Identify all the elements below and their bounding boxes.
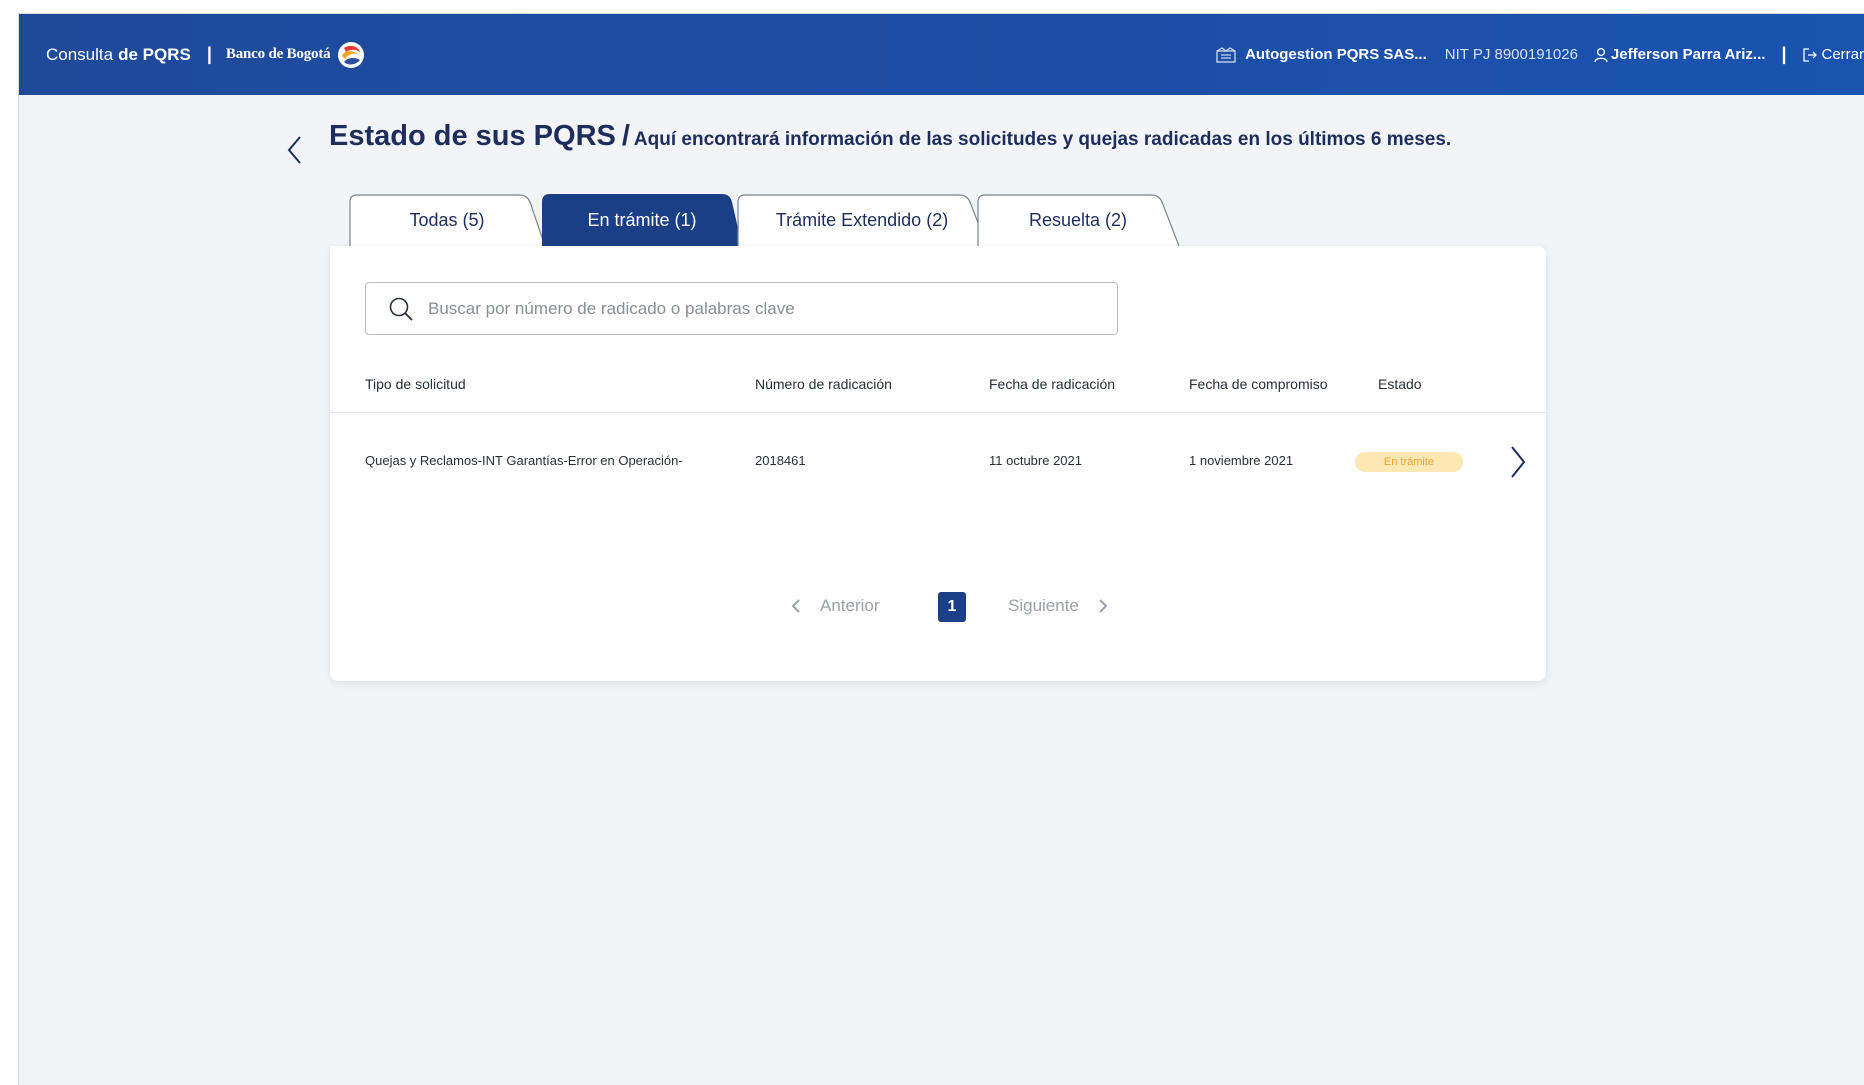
page-title-text: Estado de sus PQRS	[329, 120, 616, 152]
cell-numero: 2018461	[755, 453, 806, 468]
cell-fecha-compromiso: 1 noviembre 2021	[1189, 453, 1294, 468]
company-name: Autogestion PQRS SAS...	[1245, 46, 1427, 63]
pagination: Anterior 1 Siguiente	[330, 590, 1546, 622]
tab-resuelta[interactable]: Resuelta (2)	[977, 194, 1179, 246]
col-header-numero: Número de radicación	[755, 376, 892, 392]
chevron-left-icon	[791, 599, 800, 613]
tab-tramite-extendido-label: Trámite Extendido (2)	[775, 209, 949, 230]
search-box[interactable]	[365, 282, 1118, 335]
status-badge: En trámite	[1355, 452, 1463, 472]
header-separator: |	[1781, 44, 1787, 64]
logout-link[interactable]: Cerrar	[1821, 46, 1864, 63]
tab-todas-label: Todas (5)	[409, 209, 485, 230]
col-header-tipo: Tipo de solicitud	[365, 376, 466, 392]
col-header-estado: Estado	[1378, 376, 1422, 392]
user-area: Autogestion PQRS SAS... NIT PJ 890019102…	[1216, 14, 1864, 95]
search-icon	[389, 297, 413, 321]
page-title: Estado de sus PQRS / Aquí encontrará infor…	[329, 120, 1451, 153]
bank-logo-icon	[338, 41, 365, 68]
search-input[interactable]	[428, 298, 1108, 319]
pagination-prev[interactable]: Anterior	[791, 590, 880, 622]
tab-en-tramite-label: En trámite (1)	[587, 209, 697, 230]
brand: Consulta de PQRS | Banco de Bogotá	[46, 14, 366, 95]
pagination-next-label: Siguiente	[1008, 596, 1079, 615]
results-card: Tipo de solicitud Número de radicación F…	[330, 246, 1546, 681]
pagination-prev-label: Anterior	[820, 596, 880, 615]
pagination-current-page[interactable]: 1	[938, 592, 966, 622]
tab-todas[interactable]: Todas (5)	[349, 194, 545, 246]
col-header-fecha-compromiso: Fecha de compromiso	[1189, 376, 1328, 392]
user-icon	[1594, 47, 1608, 62]
col-header-fecha-radicacion: Fecha de radicación	[989, 376, 1116, 392]
chevron-right-icon[interactable]	[1510, 445, 1526, 479]
user-name[interactable]: Jefferson Parra Ariz...	[1611, 46, 1766, 63]
company-nit: NIT PJ 8900191026	[1444, 46, 1578, 63]
page-subtitle: Aquí encontrará información de las solic…	[633, 129, 1452, 150]
back-chevron-icon[interactable]	[286, 135, 302, 165]
tab-tramite-extendido[interactable]: Trámite Extendido (2)	[737, 194, 987, 246]
cell-fecha-radicacion: 11 octubre 2021	[989, 453, 1082, 468]
building-icon	[1216, 46, 1236, 63]
top-header: Consulta de PQRS | Banco de Bogotá Autog…	[19, 14, 1864, 95]
pagination-next[interactable]: Siguiente	[1008, 590, 1108, 622]
header-divider	[330, 412, 1546, 413]
chevron-right-icon	[1099, 599, 1108, 613]
brand-bold: de PQRS	[118, 44, 191, 64]
tab-resuelta-label: Resuelta (2)	[1028, 209, 1128, 230]
cell-tipo: Quejas y Reclamos-INT Garantías-Error en…	[365, 453, 683, 468]
brand-prefix: Consulta	[46, 44, 114, 64]
title-slash: /	[621, 120, 630, 152]
tab-en-tramite[interactable]: En trámite (1)	[542, 194, 742, 246]
bank-name: Banco de Bogotá	[225, 46, 331, 62]
brand-separator: |	[206, 44, 212, 64]
logout-icon[interactable]	[1802, 47, 1818, 63]
